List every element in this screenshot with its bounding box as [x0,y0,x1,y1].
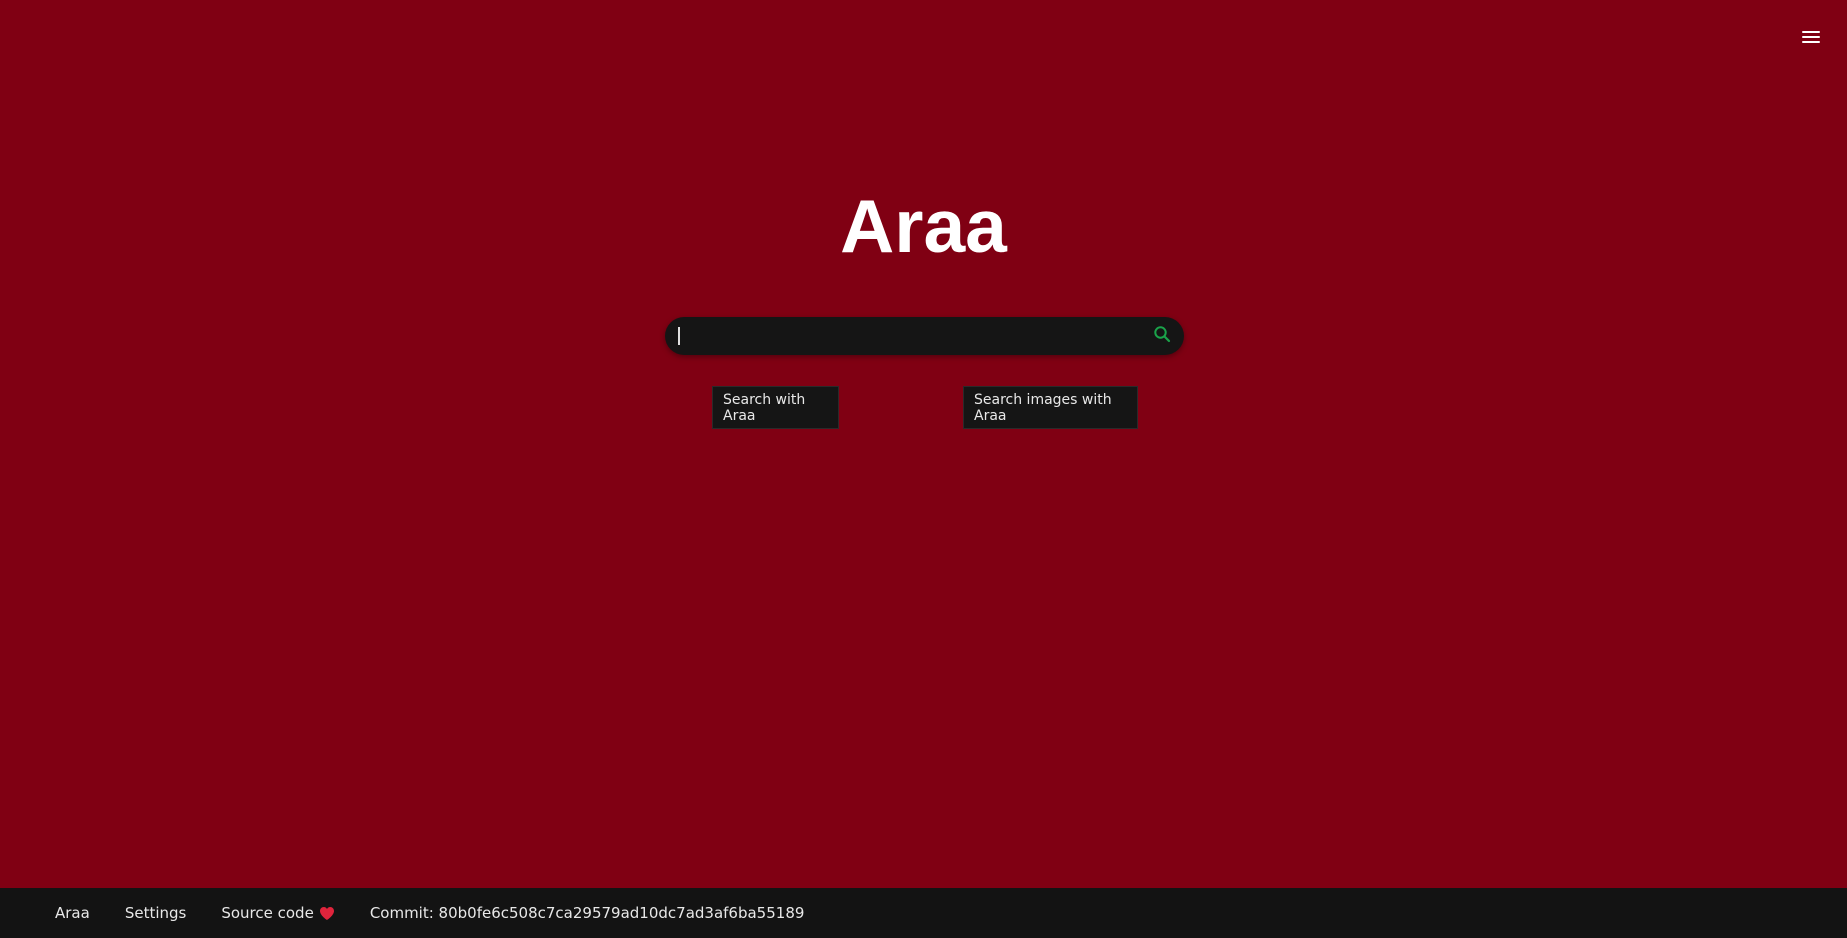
search-input[interactable] [665,317,1142,355]
footer-link-source-code[interactable]: Source code [221,904,334,922]
menu-button[interactable] [1801,27,1821,47]
search-with-araa-button[interactable]: Search with Araa [712,386,839,429]
search-bar [665,317,1184,355]
footer-link-settings[interactable]: Settings [125,904,187,922]
logo-title: Araa [840,184,1007,268]
search-images-button[interactable]: Search images with Araa [963,386,1138,429]
footer-link-araa[interactable]: Araa [55,904,90,922]
source-code-label: Source code [221,904,314,922]
commit-hash: Commit: 80b0fe6c508c7ca29579ad10dc7ad3af… [369,904,805,922]
hamburger-menu-icon [1801,29,1821,45]
footer: Araa Settings Source code Commit: 80b0fe… [0,888,1847,938]
search-submit-button[interactable] [1142,317,1182,355]
heart-icon [319,906,335,921]
search-icon [1153,325,1171,348]
text-caret [678,327,680,345]
